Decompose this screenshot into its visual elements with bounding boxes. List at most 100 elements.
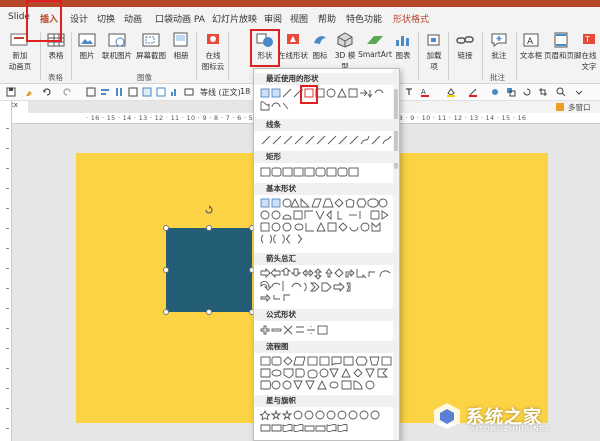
rotate-icon[interactable] <box>522 87 532 97</box>
textbox-label: 文本框 <box>519 51 543 60</box>
ribbon-divider <box>228 32 229 80</box>
online-text-label: 在线 文字 <box>581 51 597 71</box>
window-icon[interactable] <box>556 103 564 111</box>
chart-button[interactable]: 图表 <box>392 32 414 61</box>
watermark-logo-icon <box>434 403 460 429</box>
stars-banners-grid[interactable] <box>260 409 396 439</box>
resize-handle[interactable] <box>163 267 169 273</box>
textbox-button[interactable]: A 文本框 <box>518 32 544 61</box>
section-recent-shapes: 最近使用的形状 <box>254 73 399 85</box>
tab-review[interactable]: 审阅 <box>264 12 282 25</box>
group-label-image: 图像 <box>137 73 152 82</box>
icons-label: 图标 <box>312 51 328 60</box>
section-block-arrows: 箭头总汇 <box>254 253 399 265</box>
picture-label: 图片 <box>79 51 95 60</box>
slide-small-icon[interactable] <box>184 87 194 97</box>
smartart-label: SmartArt <box>358 50 392 59</box>
table-label: 表格 <box>48 51 64 60</box>
album-label: 相册 <box>173 51 189 60</box>
chart-icon <box>396 36 409 46</box>
resize-handle[interactable] <box>206 309 212 315</box>
online-icons-button[interactable]: 在线 图标云 <box>200 32 226 72</box>
save-icon[interactable] <box>6 87 16 97</box>
more-icon[interactable] <box>574 87 584 97</box>
online-picture-button[interactable]: 联机图片 <box>100 32 134 61</box>
table-insert-icon[interactable] <box>128 87 138 97</box>
tab-shape-format[interactable]: 形状格式 <box>393 12 429 25</box>
rectangles-grid[interactable] <box>260 165 396 179</box>
tab-features[interactable]: 特色功能 <box>346 12 382 25</box>
rotate-handle-icon[interactable] <box>203 204 215 216</box>
font-family-select[interactable]: 等线 (正文) <box>200 87 241 98</box>
powerpoint-window: Slide 插入 设计 切换 动画 口袋动画 PA 幻灯片放映 审阅 视图 帮助… <box>0 0 600 441</box>
zoom-icon[interactable] <box>556 87 566 97</box>
link-label: 链接 <box>457 51 473 60</box>
redo-icon[interactable] <box>62 87 72 97</box>
tab-design[interactable]: 设计 <box>70 12 88 25</box>
align-icon[interactable] <box>100 87 110 97</box>
tab-transitions[interactable]: 切换 <box>97 12 115 25</box>
section-flowchart: 流程图 <box>254 341 399 353</box>
picture-button[interactable]: 图片 <box>74 32 100 61</box>
text-direction-icon[interactable] <box>404 87 414 97</box>
comment-label: 批注 <box>491 51 507 60</box>
smartart-icon <box>367 36 383 44</box>
online-text-button[interactable]: T 在线 文字 <box>578 32 600 72</box>
online-picture-label: 联机图片 <box>102 51 132 60</box>
selected-rectangle-shape[interactable] <box>166 228 252 312</box>
block-arrows-grid[interactable] <box>260 267 396 305</box>
comment-button[interactable]: 批注 <box>486 32 512 61</box>
resize-handle[interactable] <box>163 309 169 315</box>
header-footer-button[interactable]: 页眉和页脚 <box>544 32 582 61</box>
svg-text:A: A <box>527 37 534 47</box>
textbox-small-icon[interactable] <box>142 87 152 97</box>
font-size-select[interactable]: 18 <box>240 87 250 96</box>
link-button[interactable]: 链接 <box>452 32 478 61</box>
header-footer-label: 页眉和页脚 <box>544 51 582 60</box>
resize-handle[interactable] <box>163 225 169 231</box>
outline-color-icon[interactable] <box>468 87 478 97</box>
title-bar <box>0 0 600 7</box>
bird-icon <box>314 36 326 44</box>
tab-animations[interactable]: 动画 <box>124 12 142 25</box>
ribbon-divider <box>71 32 72 80</box>
tab-pocket-animation[interactable]: 口袋动画 PA <box>155 12 205 25</box>
online-shapes-button[interactable]: 在线形状 <box>278 32 308 61</box>
smartart-button[interactable]: SmartArt <box>358 32 392 59</box>
tab-slideshow[interactable]: 幻灯片放映 <box>212 12 257 25</box>
picture-small-icon[interactable] <box>156 87 166 97</box>
distribute-icon[interactable] <box>114 87 124 97</box>
font-color-icon[interactable]: A <box>420 87 430 97</box>
tab-help[interactable]: 帮助 <box>318 12 336 25</box>
lines-grid[interactable] <box>260 133 396 147</box>
undo-icon[interactable] <box>42 87 52 97</box>
icons-button[interactable]: 图标 <box>308 32 332 61</box>
svg-text:A: A <box>421 88 426 96</box>
ribbon-divider <box>516 32 517 80</box>
equation-shapes-grid[interactable] <box>260 323 396 337</box>
tab-view[interactable]: 视图 <box>290 12 308 25</box>
basic-shapes-grid[interactable] <box>260 197 396 247</box>
shape-select-icon[interactable] <box>86 87 96 97</box>
new-slide-label: 新加 动画页 <box>8 51 32 71</box>
crop-icon[interactable] <box>538 87 548 97</box>
group-label-comment: 批注 <box>490 73 505 82</box>
vertical-ruler-pane <box>0 101 12 441</box>
brush-icon[interactable] <box>24 87 34 97</box>
link-icon <box>456 36 474 44</box>
screenshot-button[interactable]: 屏幕截图 <box>134 32 168 61</box>
addins-button[interactable]: 加载 项 <box>422 32 446 72</box>
screenshot-label: 屏幕截图 <box>136 51 166 60</box>
resize-handle[interactable] <box>206 225 212 231</box>
recent-shapes-grid[interactable] <box>260 87 396 115</box>
arrange-icon[interactable] <box>506 87 516 97</box>
section-stars-banners: 星与旗帜 <box>254 395 399 407</box>
section-equation-shapes: 公式形状 <box>254 309 399 321</box>
highlight-insert-tab <box>26 0 62 42</box>
chart-small-icon[interactable] <box>170 87 180 97</box>
3d-model-button[interactable]: 3D 模 型 <box>332 32 358 72</box>
effects-icon[interactable] <box>490 87 500 97</box>
album-button[interactable]: 相册 <box>168 32 194 61</box>
fill-color-icon[interactable] <box>446 87 456 97</box>
multi-window-label[interactable]: 多窗口 <box>568 102 591 113</box>
